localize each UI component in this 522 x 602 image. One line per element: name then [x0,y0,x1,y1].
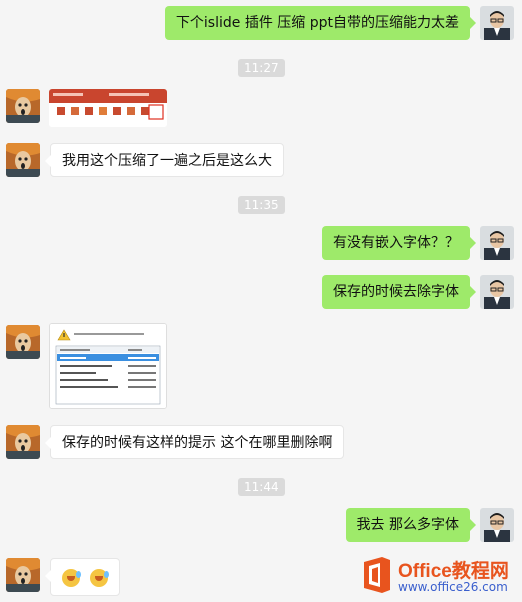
grinning-tears-icon [90,569,109,587]
message-text: 有没有嵌入字体？？ [333,235,459,251]
painting-avatar-icon [6,143,40,177]
message-text: 保存的时候去除字体 [333,284,459,300]
avatar-me[interactable] [480,226,514,260]
office-logo-icon [364,557,390,593]
watermark: Office教程网 www.office26.com [360,552,520,598]
avatar-me[interactable] [480,275,514,309]
font-warning-dialog-screenshot-icon [50,324,166,408]
timestamp: 11:44 [238,478,285,496]
avatar-other[interactable] [6,89,40,123]
message-bubble-me[interactable]: 下个islide 插件 压缩 ppt自带的压缩能力太差 [164,6,477,40]
message-text: 保存的时候有这样的提示 这个在哪里删除啊 [62,435,333,451]
message-text: 我去 那么多字体 [356,517,459,533]
man-avatar-icon [480,6,514,40]
watermark-url: www.office26.com [398,580,508,594]
avatar-other[interactable] [6,143,40,177]
avatar-me[interactable] [480,508,514,542]
image-message[interactable] [49,89,167,127]
powerpoint-toolbar-screenshot-icon [49,89,167,127]
timestamp: 11:35 [238,196,285,214]
message-bubble-other[interactable] [45,558,120,596]
painting-avatar-icon [6,89,40,123]
message-text: 下个islide 插件 压缩 ppt自带的压缩能力太差 [175,15,459,31]
man-avatar-icon [480,226,514,260]
man-avatar-icon [480,275,514,309]
avatar-other[interactable] [6,558,40,592]
painting-avatar-icon [6,558,40,592]
message-bubble-me[interactable]: 我去 那么多字体 [345,508,477,542]
message-text: 我用这个压缩了一遍之后是这么大 [62,153,272,169]
image-message[interactable] [49,323,167,409]
avatar-me[interactable] [480,6,514,40]
painting-avatar-icon [6,325,40,359]
message-bubble-other[interactable]: 我用这个压缩了一遍之后是这么大 [45,143,284,177]
message-bubble-other[interactable]: 保存的时候有这样的提示 这个在哪里删除啊 [44,425,345,459]
avatar-other[interactable] [6,425,40,459]
message-bubble-me[interactable]: 有没有嵌入字体？？ [322,226,476,260]
avatar-other[interactable] [6,325,40,359]
timestamp: 11:27 [238,59,285,77]
painting-avatar-icon [6,425,40,459]
message-bubble-me[interactable]: 保存的时候去除字体 [322,275,476,309]
grinning-tears-icon [62,569,81,587]
watermark-title: Office教程网 [398,561,509,582]
man-avatar-icon [480,508,514,542]
